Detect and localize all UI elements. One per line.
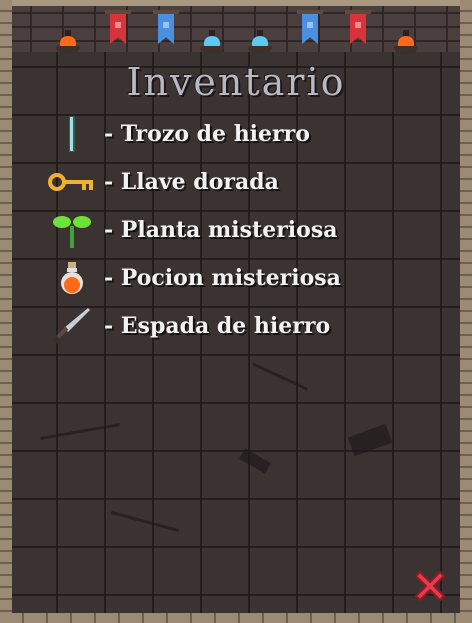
blue-banner bbox=[153, 10, 179, 44]
bottom-wall bbox=[0, 613, 472, 623]
inventory-item-iron-shard[interactable]: - Trozo de hierro bbox=[46, 110, 426, 158]
potion-icon bbox=[46, 258, 98, 298]
floor-crack bbox=[252, 362, 308, 391]
item-label: - Espada de hierro bbox=[104, 313, 331, 339]
close-button[interactable] bbox=[408, 566, 452, 610]
plant-sprout-icon bbox=[46, 210, 98, 250]
floor-crack bbox=[110, 510, 180, 533]
inventory-list: - Trozo de hierro - Llave dorada - Plant… bbox=[46, 110, 426, 350]
item-label: - Pocion misteriosa bbox=[104, 265, 341, 291]
item-label: - Planta misteriosa bbox=[104, 217, 338, 243]
red-banner bbox=[345, 10, 371, 44]
item-label: - Llave dorada bbox=[104, 169, 279, 195]
floor-crack bbox=[239, 448, 271, 474]
inventory-item-plant[interactable]: - Planta misteriosa bbox=[46, 206, 426, 254]
golden-key-icon bbox=[46, 162, 98, 202]
floor-crack bbox=[347, 423, 393, 457]
inventory-item-iron-sword[interactable]: - Espada de hierro bbox=[46, 302, 426, 350]
blue-banner bbox=[297, 10, 323, 44]
iron-sword-icon bbox=[46, 306, 98, 346]
inventory-screen: Inventario - Trozo de hierro - Llave dor… bbox=[0, 0, 472, 623]
floor-crack bbox=[40, 423, 120, 440]
item-label: - Trozo de hierro bbox=[104, 121, 310, 147]
inventory-title: Inventario bbox=[126, 60, 346, 104]
close-x-icon bbox=[410, 566, 450, 611]
red-banner bbox=[105, 10, 131, 44]
iron-shard-icon bbox=[46, 114, 98, 154]
inventory-item-potion[interactable]: - Pocion misteriosa bbox=[46, 254, 426, 302]
inventory-item-golden-key[interactable]: - Llave dorada bbox=[46, 158, 426, 206]
